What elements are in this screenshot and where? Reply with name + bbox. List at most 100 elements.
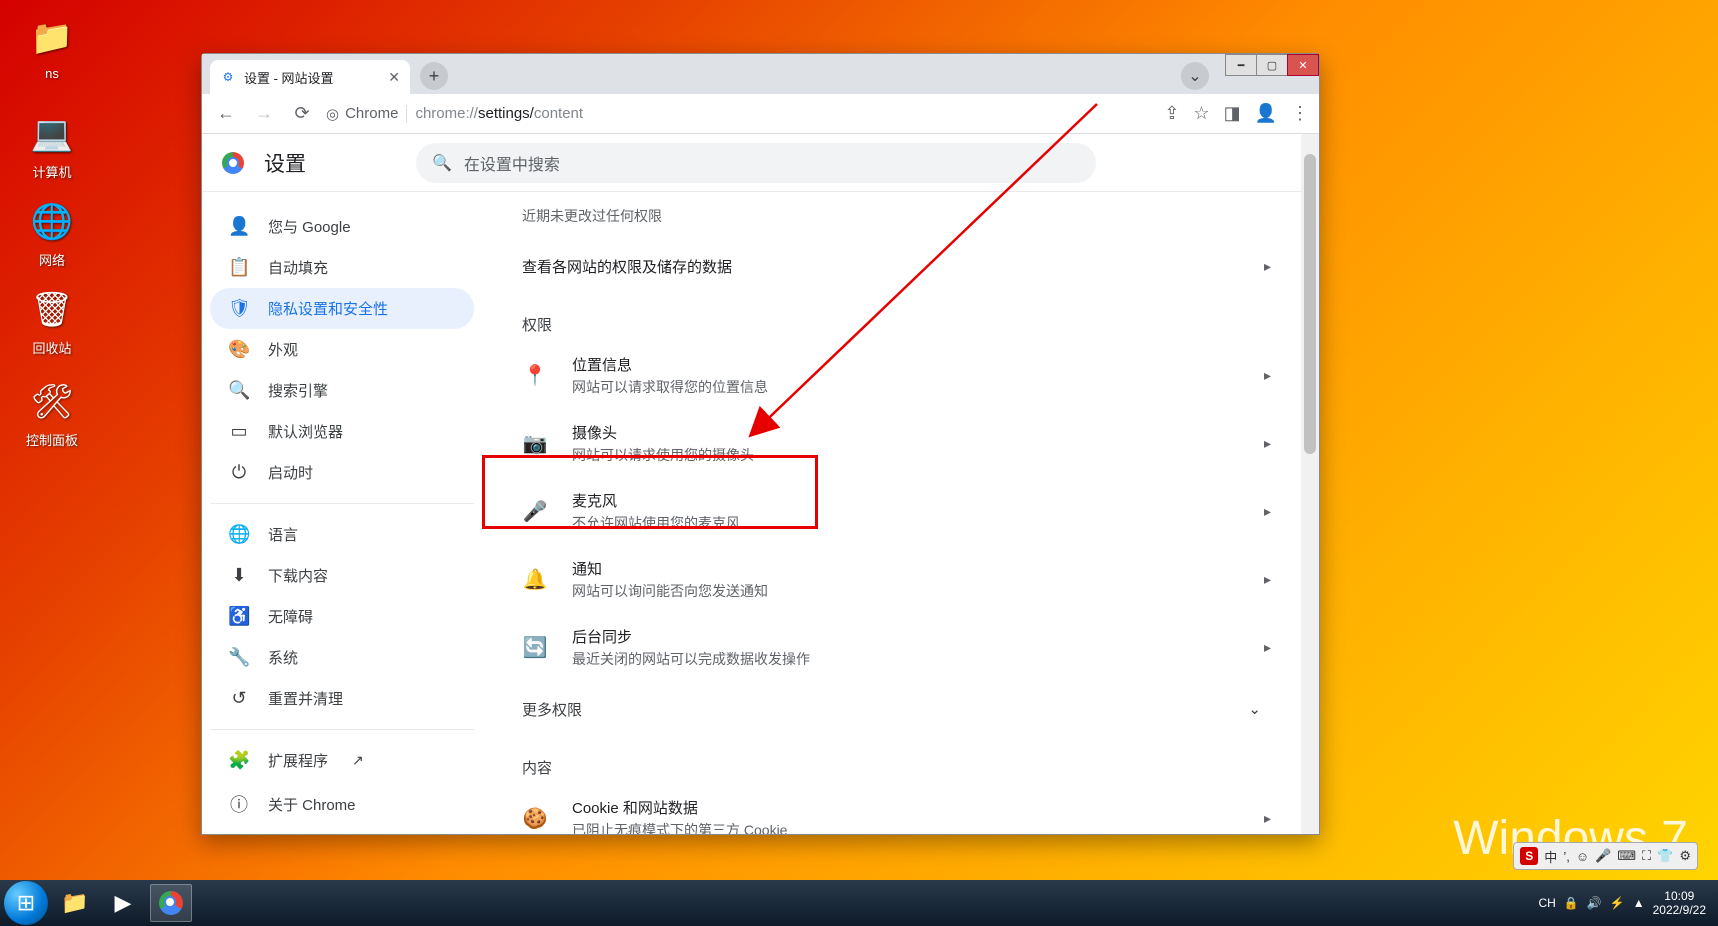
sidebar-item[interactable]: 🔧系统 — [210, 637, 474, 678]
sidebar-item[interactable]: 🔍 搜索引擎 — [210, 370, 474, 411]
ime-item[interactable]: 👕 — [1657, 848, 1673, 864]
close-button[interactable]: ✕ — [1287, 54, 1319, 76]
chrome-icon: ◎ — [326, 105, 339, 123]
sidebar-item-icon: 🌐 — [228, 524, 250, 545]
ime-item[interactable]: ☺ — [1576, 849, 1589, 864]
tab-search-button[interactable]: ⌄ — [1181, 62, 1209, 90]
sidebar-item[interactable]: ⓘ关于 Chrome — [210, 781, 474, 827]
permission-item[interactable]: 🔔通知网站可以询问能否向您发送通知▸ — [492, 545, 1291, 613]
sidebar-item-icon: ↺ — [228, 688, 250, 709]
sidebar-item-icon: 🔍 — [228, 380, 250, 401]
permission-item[interactable]: 📍位置信息网站可以请求取得您的位置信息▸ — [492, 341, 1291, 409]
desktop-icon-computer[interactable]: 💻 计算机 — [12, 110, 92, 181]
search-icon: 🔍 — [432, 153, 452, 173]
taskbar-item-chrome[interactable] — [150, 884, 192, 922]
ime-toolbar[interactable]: S 中 ’, ☺ 🎤 ⌨ ⛶ 👕 ⚙ — [1513, 842, 1698, 870]
tray-item[interactable]: ▲ — [1633, 896, 1645, 910]
tray-item[interactable]: ⚡ — [1610, 896, 1625, 910]
sidebar-item[interactable]: 📋自动填充 — [210, 247, 474, 288]
sidebar-item-label: 关于 Chrome — [268, 794, 356, 815]
sidebar-item-icon: 👤 — [228, 216, 250, 237]
sidebar-item-label: 无障碍 — [268, 606, 313, 627]
ime-item[interactable]: ’, — [1563, 849, 1570, 864]
side-panel-icon[interactable]: ◨ — [1224, 103, 1241, 124]
settings-sidebar: 👤 您与 Google 📋自动填充🛡隐私设置和安全性🎨外观 🔍 搜索引擎 ▭默认浏览器⏻启… — [202, 192, 482, 834]
section-label-content: 内容 — [492, 737, 1291, 784]
omnibox[interactable]: ◎ Chrome chrome://settings/content — [326, 105, 1154, 123]
permission-item[interactable]: 🎤麦克风不允许网站使用您的麦克风▸ — [492, 477, 1291, 545]
more-permissions-row[interactable]: 更多权限 ⌄ — [492, 681, 1291, 737]
sidebar-item[interactable]: ⏻启动时 — [210, 452, 474, 493]
scrollbar-thumb[interactable] — [1304, 154, 1316, 454]
omnibox-chip-label: Chrome — [345, 105, 398, 122]
desktop-icon-control-panel[interactable]: 🛠 控制面板 — [12, 378, 92, 449]
desktop-icon-label: 回收站 — [12, 338, 92, 357]
sidebar-item[interactable]: 🛡隐私设置和安全性 — [210, 288, 474, 329]
item-title: 位置信息 — [572, 354, 1240, 375]
desktop-icon-network[interactable]: 🌐 网络 — [12, 198, 92, 269]
sidebar-item[interactable]: 🎨外观 — [210, 329, 474, 370]
ime-item[interactable]: 中 — [1544, 847, 1557, 866]
tray-item[interactable]: CH — [1539, 896, 1556, 910]
sidebar-item[interactable]: 🧩扩展程序↗ — [210, 740, 474, 781]
tray-item[interactable]: 🔊 — [1587, 896, 1602, 910]
system-tray: CH 🔒 🔊 ⚡ ▲ 10:09 2022/9/22 — [1539, 889, 1714, 918]
taskbar-clock[interactable]: 10:09 2022/9/22 — [1653, 889, 1706, 918]
nav-back-button[interactable]: ← — [212, 100, 240, 128]
view-site-data-row[interactable]: 查看各网站的权限及储存的数据 ▸ — [492, 238, 1291, 294]
ime-item[interactable]: ⛶ — [1642, 848, 1651, 864]
chevron-right-icon: ▸ — [1264, 258, 1271, 275]
chrome-logo-icon — [222, 152, 244, 174]
item-title: 通知 — [572, 558, 1240, 579]
sidebar-item[interactable]: ↺重置并清理 — [210, 678, 474, 719]
page-content: 设置 🔍 在设置中搜索 👤您与 Google📋自动填充🛡隐私设置和安全性🎨外观🔍… — [202, 134, 1319, 834]
sogou-icon: S — [1520, 847, 1538, 865]
recycle-bin-icon: 🗑 — [28, 286, 76, 334]
sidebar-item-label: 搜索引擎 — [268, 380, 328, 401]
address-bar: ← → ⟳ ◎ Chrome chrome://settings/content… — [202, 94, 1319, 134]
scrollbar[interactable] — [1301, 134, 1319, 834]
sidebar-item[interactable]: ♿无障碍 — [210, 596, 474, 637]
settings-search-placeholder: 在设置中搜索 — [464, 151, 560, 175]
bookmark-icon[interactable]: ☆ — [1193, 103, 1209, 124]
ime-item[interactable]: 🎤 — [1595, 848, 1611, 864]
maximize-button[interactable]: ▢ — [1256, 54, 1288, 76]
tab-close-icon[interactable]: ✕ — [388, 69, 400, 86]
clock-time: 10:09 — [1653, 889, 1706, 903]
sidebar-item[interactable]: 🌐语言 — [210, 514, 474, 555]
recent-activity-row[interactable]: 近期未更改过任何权限 — [492, 192, 1291, 238]
profile-icon[interactable]: 👤 — [1255, 103, 1277, 124]
sidebar-item-label: 启动时 — [268, 462, 313, 483]
permission-item-icon: 🔔 — [522, 567, 548, 592]
permission-item[interactable]: 📷摄像头网站可以请求使用您的摄像头▸ — [492, 409, 1291, 477]
titlebar: ⚙ 设置 - 网站设置 ✕ + ⌄ ━ ▢ ✕ — [202, 54, 1319, 94]
kebab-menu-icon[interactable]: ⋮ — [1291, 103, 1309, 124]
browser-tab[interactable]: ⚙ 设置 - 网站设置 ✕ — [210, 60, 410, 94]
desktop-icon-ns[interactable]: 📁 ns — [12, 14, 92, 81]
desktop: 📁 ns 💻 计算机 🌐 网络 🗑 回收站 🛠 控制面板 Windows 7 S… — [0, 0, 1718, 926]
sidebar-item[interactable]: 👤 您与 Google — [210, 206, 474, 247]
start-button[interactable]: ⊞ — [4, 881, 48, 925]
permission-item[interactable]: 🔄后台同步最近关闭的网站可以完成数据收发操作▸ — [492, 613, 1291, 681]
network-icon: 🌐 — [28, 198, 76, 246]
nav-reload-button[interactable]: ⟳ — [288, 100, 316, 128]
taskbar-item-media-player[interactable]: ▶ — [102, 884, 144, 922]
sidebar-item-label: 您与 Google — [268, 216, 351, 237]
ime-item[interactable]: ⌨ — [1617, 848, 1636, 864]
minimize-button[interactable]: ━ — [1225, 54, 1257, 76]
site-info-button[interactable]: ◎ Chrome — [326, 105, 407, 123]
new-tab-button[interactable]: + — [420, 62, 448, 90]
nav-forward-button[interactable]: → — [250, 100, 278, 128]
section-label-permissions: 权限 — [492, 294, 1291, 341]
desktop-icon-recycle-bin[interactable]: 🗑 回收站 — [12, 286, 92, 357]
content-item-cookies[interactable]: 🍪 Cookie 和网站数据 已阻止无痕模式下的第三方 Cookie ▸ — [492, 784, 1291, 834]
sidebar-item-label: 自动填充 — [268, 257, 328, 278]
sidebar-item[interactable]: ⬇下载内容 — [210, 555, 474, 596]
tray-item[interactable]: 🔒 — [1564, 896, 1579, 910]
share-icon[interactable]: ⇪ — [1164, 103, 1179, 124]
settings-search-input[interactable]: 🔍 在设置中搜索 — [416, 143, 1096, 183]
taskbar-item-explorer[interactable]: 📁 — [54, 884, 96, 922]
ime-item[interactable]: ⚙ — [1679, 848, 1691, 864]
sidebar-item[interactable]: ▭默认浏览器 — [210, 411, 474, 452]
settings-heading: 设置 — [264, 148, 306, 178]
